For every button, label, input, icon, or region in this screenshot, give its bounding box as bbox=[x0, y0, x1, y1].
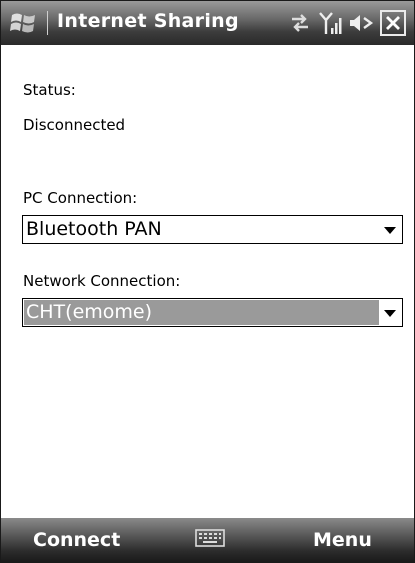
chevron-down-icon[interactable] bbox=[384, 310, 396, 317]
soft-key-bar: Connect Menu bbox=[1, 518, 414, 562]
signal-strength-icon[interactable] bbox=[318, 10, 342, 36]
menu-softkey[interactable]: Menu bbox=[313, 529, 372, 551]
speaker-icon[interactable] bbox=[348, 12, 374, 34]
status-icons bbox=[288, 8, 406, 38]
status-value: Disconnected bbox=[23, 116, 126, 134]
pc-connection-value: Bluetooth PAN bbox=[26, 218, 162, 240]
keyboard-icon[interactable] bbox=[195, 528, 225, 552]
windows-start-icon[interactable] bbox=[9, 9, 39, 37]
title-bar: Internet Sharing bbox=[1, 1, 414, 45]
pc-connection-dropdown[interactable]: Bluetooth PAN bbox=[22, 215, 403, 244]
pc-connection-label: PC Connection: bbox=[23, 189, 138, 207]
chevron-down-icon[interactable] bbox=[384, 227, 396, 234]
connect-softkey[interactable]: Connect bbox=[33, 529, 120, 551]
dropdown-button-separator bbox=[379, 300, 380, 325]
network-connection-label: Network Connection: bbox=[23, 272, 181, 290]
status-label: Status: bbox=[23, 81, 76, 99]
title-separator bbox=[47, 11, 48, 35]
window-title: Internet Sharing bbox=[57, 10, 239, 32]
network-connection-dropdown[interactable]: CHT(emome) bbox=[22, 298, 403, 327]
main-content: Status: Disconnected PC Connection: Blue… bbox=[1, 45, 414, 518]
close-icon[interactable] bbox=[380, 10, 406, 36]
window: Internet Sharing Status: Disconnected PC… bbox=[0, 0, 415, 563]
network-connection-value: CHT(emome) bbox=[26, 301, 153, 323]
data-connection-icon[interactable] bbox=[288, 12, 312, 34]
